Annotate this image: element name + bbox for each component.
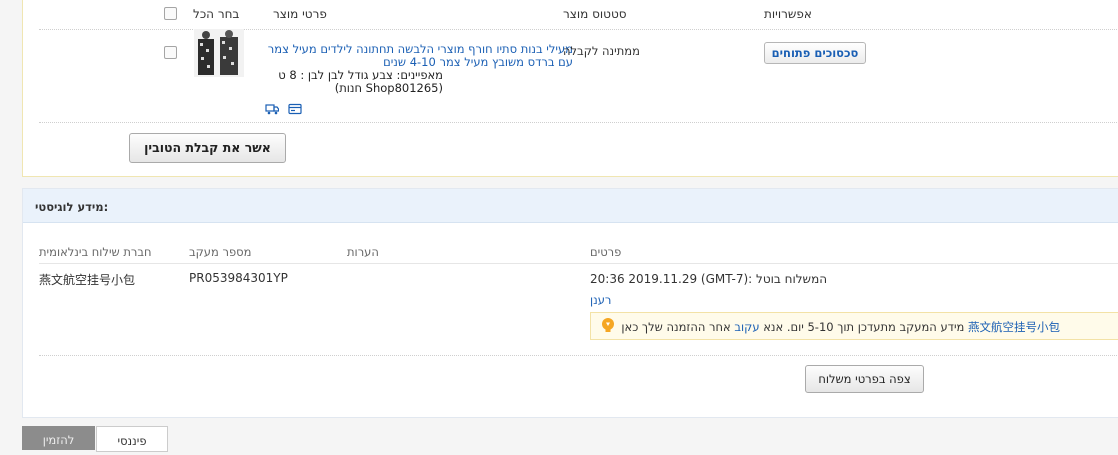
tracking-number: PR053984301YP <box>189 271 288 285</box>
logistics-panel: מידע לוגיסטי: חברת שילוח בינלאומית מספר … <box>22 188 1118 418</box>
product-attributes: מאפיינים: צבע גודל לבן לבן : 8 ט (Shop80… <box>263 69 443 95</box>
status-column-header: סטטוס מוצר <box>563 7 627 21</box>
select-all-checkbox[interactable] <box>164 7 177 20</box>
tracking-tip: 燕文航空挂号小包 מידע המעקב מתעדכן תוך 5-10 יום.… <box>590 312 1118 340</box>
view-shipping-details-button[interactable]: צפה בפרטי משלוח <box>805 365 924 393</box>
tip-text-after: אחר ההזמנה שלך כאן <box>621 320 731 334</box>
payment-card-icon[interactable] <box>288 103 302 115</box>
lightbulb-icon <box>601 317 615 338</box>
logistics-title: מידע לוגיסטי: <box>35 200 109 214</box>
select-all-label: בחר הכל <box>193 7 240 21</box>
confirm-receipt-button[interactable]: אשר את קבלת הטובין <box>129 133 286 163</box>
carrier-name: 燕文航空挂号小包 <box>39 273 136 287</box>
item-checkbox[interactable] <box>164 46 177 59</box>
product-status: ממתינה לקבלה <box>563 44 640 58</box>
logistics-header: מידע לוגיסטי: <box>23 189 1118 223</box>
details-column-header: פרטים <box>590 245 622 259</box>
shipment-event: המשלוח בוטל :(GMT-7) 20:36 2019.11.29 <box>590 272 828 286</box>
refresh-link[interactable]: רענן <box>590 293 611 307</box>
open-disputes-button[interactable]: סכסוכים פתוחים <box>764 42 866 64</box>
tip-text-before: מידע המעקב מתעדכן תוך 5-10 יום. אנא <box>763 320 965 334</box>
product-shop: (Shop801265 חנות) <box>334 81 443 95</box>
shipping-truck-icon[interactable] <box>265 103 280 115</box>
table-divider <box>39 355 1118 356</box>
details-column-header: פרטי מוצר <box>273 7 327 21</box>
product-title-link[interactable]: מעילי בנות סתיו חורף מוצרי הלבשה תחתונה … <box>263 43 573 69</box>
order-tab-button[interactable]: להזמין <box>22 426 95 450</box>
carrier-column-header: חברת שילוח בינלאומית <box>39 245 152 259</box>
options-column-header: אפשרויות <box>764 7 812 21</box>
tracking-column-header: מספר מעקב <box>189 245 252 259</box>
notes-column-header: הערות <box>347 245 379 259</box>
tip-carrier-link[interactable]: 燕文航空挂号小包 <box>968 320 1060 334</box>
finance-tab-button[interactable]: פיננסי <box>96 426 168 452</box>
product-thumbnail[interactable] <box>194 29 244 77</box>
tip-follow-link[interactable]: עקוב <box>734 320 759 334</box>
order-panel: אפשרויות סטטוס מוצר פרטי מוצר בחר הכל מע… <box>22 0 1118 177</box>
divider <box>39 122 1118 123</box>
table-divider <box>39 263 1118 264</box>
tip-text: 燕文航空挂号小包 מידע המעקב מתעדכן תוך 5-10 יום.… <box>621 319 1060 335</box>
